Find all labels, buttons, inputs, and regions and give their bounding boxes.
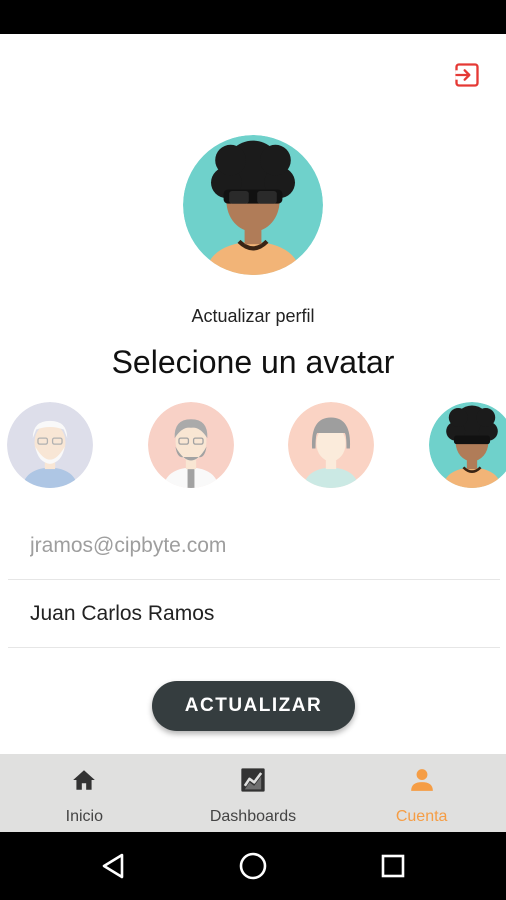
- nav-label-dashboards: Dashboards: [209, 808, 297, 825]
- home-icon: [70, 766, 98, 794]
- avatar-option-afro-sunglasses[interactable]: [429, 402, 506, 488]
- back-icon: [102, 853, 124, 879]
- avatar-option-bearded-man[interactable]: [148, 402, 234, 488]
- nav-label-cuenta: Cuenta: [395, 808, 448, 825]
- home-button[interactable]: [237, 850, 269, 882]
- recents-button[interactable]: [377, 850, 409, 882]
- update-button[interactable]: ACTUALIZAR: [152, 681, 355, 731]
- chart-icon: [239, 766, 267, 794]
- account-screen: Actualizar perfil Selecione un avatar jr…: [0, 34, 506, 754]
- nav-item-inicio[interactable]: Inicio: [0, 754, 169, 832]
- home-circle-icon: [239, 852, 267, 880]
- back-button[interactable]: [97, 850, 129, 882]
- nav-item-cuenta[interactable]: Cuenta: [337, 754, 506, 832]
- email-field-container: [8, 512, 500, 580]
- nav-item-dashboards[interactable]: Dashboards: [169, 754, 338, 832]
- bottom-navigation: Inicio Dashboards Cuenta: [0, 754, 506, 832]
- select-avatar-title: Selecione un avatar: [111, 344, 395, 380]
- nav-label-inicio: Inicio: [65, 808, 103, 825]
- recents-icon: [381, 854, 405, 878]
- update-profile-label: Actualizar perfil: [191, 306, 315, 326]
- email-field[interactable]: [30, 512, 490, 580]
- person-icon: [408, 766, 436, 794]
- current-avatar: [183, 135, 323, 275]
- logout-button[interactable]: [452, 60, 482, 90]
- logout-icon: [455, 63, 479, 87]
- name-field[interactable]: [30, 580, 490, 648]
- avatar-option-woman[interactable]: [288, 402, 374, 488]
- system-navigation-bar: [0, 832, 506, 900]
- name-field-container: [8, 580, 500, 648]
- avatar-option-old-man[interactable]: [7, 402, 93, 488]
- status-bar: [0, 0, 506, 34]
